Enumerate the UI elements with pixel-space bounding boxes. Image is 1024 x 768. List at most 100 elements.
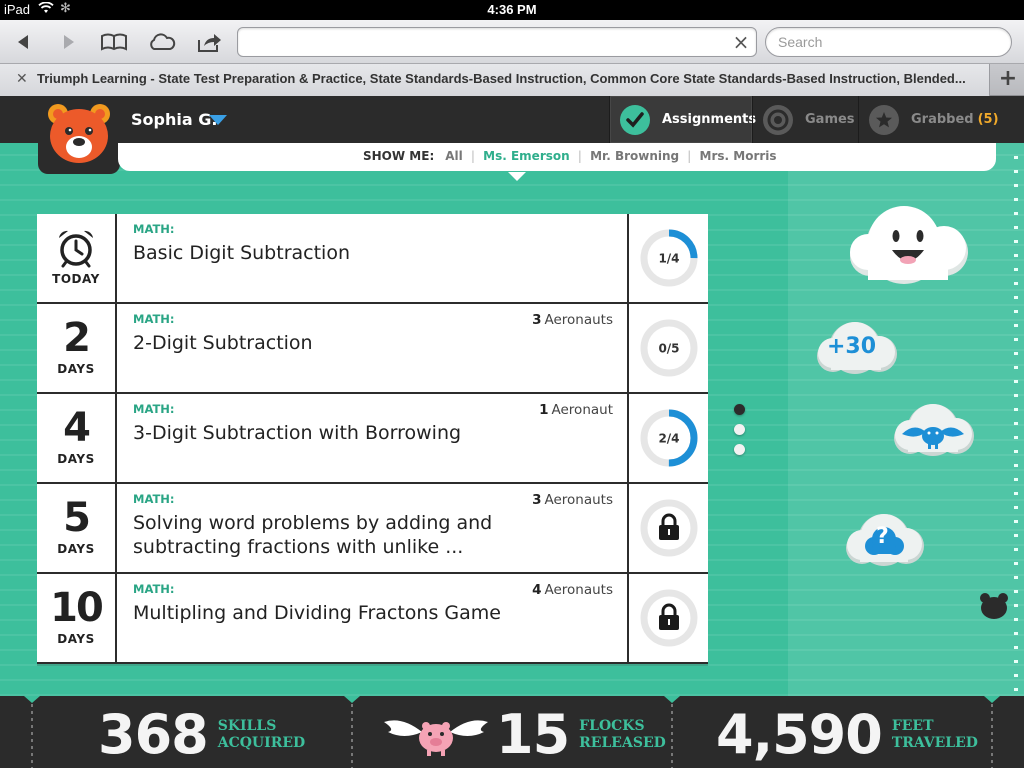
user-menu-caret-icon[interactable] <box>209 115 227 125</box>
due-unit: DAYS <box>57 362 95 376</box>
icloud-tabs-button[interactable] <box>147 29 177 55</box>
assignment-row[interactable]: 2 DAYS MATH: 2-Digit Subtraction 3 Aerona… <box>37 304 708 392</box>
forward-button[interactable] <box>54 29 84 55</box>
browser-toolbar: × <box>0 20 1024 64</box>
star-icon <box>869 104 899 135</box>
question-badge: ? <box>876 524 889 549</box>
progress-text: 1/4 <box>658 252 679 266</box>
url-field[interactable]: × <box>237 27 757 57</box>
assignment-list: TODAY MATH: Basic Digit Subtraction 1/4 … <box>37 214 708 664</box>
bookmarks-button[interactable] <box>99 29 129 55</box>
browser-tab-strip: ✕ Triumph Learning - State Test Preparat… <box>0 64 1024 96</box>
assignment-subject: MATH: <box>133 492 175 506</box>
progress-ring-chart: 1/4 <box>640 229 698 287</box>
assignment-subject: MATH: <box>133 582 175 596</box>
aeronauts-count: 4 Aeronauts <box>532 582 613 598</box>
filter-ms-emerson[interactable]: Ms. Emerson <box>483 149 570 163</box>
cloud-icon <box>150 33 176 50</box>
user-name[interactable]: Sophia G. <box>131 110 217 129</box>
due-unit: TODAY <box>52 272 100 286</box>
aeronauts-count: 3 Aeronauts <box>532 492 613 508</box>
due-days-number: 10 <box>50 585 104 631</box>
points-badge-cloud[interactable]: +30 <box>813 320 899 386</box>
flocks-released-value: 15 <box>496 703 570 766</box>
app-content: Sophia G. Assignments Games Grabbed (5) <box>0 96 1024 768</box>
back-button[interactable] <box>8 29 38 55</box>
stats-footer: 368 SKILLS ACQUIRED 15 FLOCKS RELEASED 4,5… <box>0 696 1024 768</box>
question-cloud[interactable]: ? <box>840 510 928 580</box>
assignment-row[interactable]: 4 DAYS MATH: 3-Digit Subtraction with Bo… <box>37 394 708 482</box>
filter-mrs-morris[interactable]: Mrs. Morris <box>700 149 777 163</box>
due-days-number: 5 <box>63 495 91 541</box>
tab-grabbed-label: Grabbed <box>911 112 974 127</box>
browser-tab[interactable]: ✕ Triumph Learning - State Test Preparat… <box>0 64 990 96</box>
aeronauts-count: 1 Aeronaut <box>539 402 613 418</box>
lock-status[interactable] <box>627 574 708 662</box>
progress-ring[interactable]: 0/5 <box>627 304 708 392</box>
progress-ring-chart: 0/5 <box>640 319 698 377</box>
pager-dot-2[interactable] <box>734 424 745 435</box>
progress-text: 0/5 <box>658 342 679 356</box>
target-icon <box>763 104 793 135</box>
assignment-title: 3-Digit Subtraction with Borrowing <box>133 422 462 444</box>
due-indicator: TODAY <box>37 214 117 302</box>
close-tab-icon[interactable]: ✕ <box>16 71 28 87</box>
filter-all[interactable]: All <box>445 149 463 163</box>
aeronauts-count: 3 Aeronauts <box>532 312 613 328</box>
assignment-title: 2-Digit Subtraction <box>133 332 313 354</box>
smiling-cloud-mascot[interactable] <box>848 204 970 294</box>
checkmark-icon <box>620 104 650 135</box>
due-indicator: 4 DAYS <box>37 394 117 482</box>
skills-label-1: SKILLS <box>217 718 277 734</box>
share-icon <box>198 34 221 52</box>
flocks-label-2: RELEASED <box>579 735 666 751</box>
lock-icon <box>640 499 698 557</box>
due-unit: DAYS <box>57 632 95 646</box>
progress-text: 2/4 <box>658 432 679 446</box>
feet-traveled-value: 4,590 <box>716 703 883 766</box>
points-badge: +30 <box>827 334 877 359</box>
clear-url-icon[interactable]: × <box>730 31 752 53</box>
tab-games-label: Games <box>805 112 855 127</box>
grabbed-count-badge: (5) <box>977 112 999 127</box>
alarm-clock-icon <box>59 230 93 268</box>
stat-flocks: 15 FLOCKS RELEASED <box>382 702 666 768</box>
skills-label-2: ACQUIRED <box>217 735 306 751</box>
share-button[interactable] <box>195 29 225 55</box>
pager-dot-1[interactable] <box>734 404 745 415</box>
winged-pig-icon <box>384 720 488 756</box>
teacher-filter-bar: SHOW ME: All | Ms. Emerson | Mr. Brownin… <box>118 143 996 171</box>
bear-avatar-icon <box>48 104 110 163</box>
avatar[interactable] <box>38 96 120 174</box>
feet-label-2: TRAVELED <box>891 735 978 751</box>
forward-arrow-icon <box>64 35 74 49</box>
bear-marker-icon <box>979 592 1009 624</box>
assignment-row[interactable]: 5 DAYS MATH: Solving word problems by ad… <box>37 484 708 572</box>
tab-grabbed[interactable]: Grabbed (5) <box>858 96 999 143</box>
app-header: Sophia G. Assignments Games Grabbed (5) <box>0 96 1024 143</box>
ios-status-bar: iPad ✻ 4:36 PM <box>0 0 1024 20</box>
filter-mr-browning[interactable]: Mr. Browning <box>590 149 679 163</box>
assignment-title: Solving word problems by adding and subt… <box>133 512 493 558</box>
tab-games[interactable]: Games <box>752 96 858 143</box>
filter-label: SHOW ME: <box>363 149 435 163</box>
skills-acquired-value: 368 <box>98 703 209 766</box>
flying-pig-cloud[interactable] <box>888 400 978 470</box>
progress-ring[interactable]: 2/4 <box>627 394 708 482</box>
lock-status[interactable] <box>627 484 708 572</box>
assignment-row[interactable]: 10 DAYS MATH: Multipling and Dividing Fr… <box>37 574 708 662</box>
assignment-subject: MATH: <box>133 312 175 326</box>
assignment-subject: MATH: <box>133 222 175 236</box>
due-unit: DAYS <box>57 542 95 556</box>
stat-skills: 368 SKILLS ACQUIRED <box>98 702 305 768</box>
progress-ring[interactable]: 1/4 <box>627 214 708 302</box>
search-input[interactable] <box>765 27 1012 57</box>
due-unit: DAYS <box>57 452 95 466</box>
assignment-title: Multipling and Dividing Fractons Game <box>133 602 501 624</box>
lock-icon <box>640 589 698 647</box>
pager-dot-3[interactable] <box>734 444 745 455</box>
new-tab-button[interactable]: + <box>996 67 1020 91</box>
tab-assignments[interactable]: Assignments <box>609 96 756 143</box>
assignment-row[interactable]: TODAY MATH: Basic Digit Subtraction 1/4 <box>37 214 708 302</box>
stat-feet: 4,590 FEET TRAVELED <box>716 702 978 768</box>
